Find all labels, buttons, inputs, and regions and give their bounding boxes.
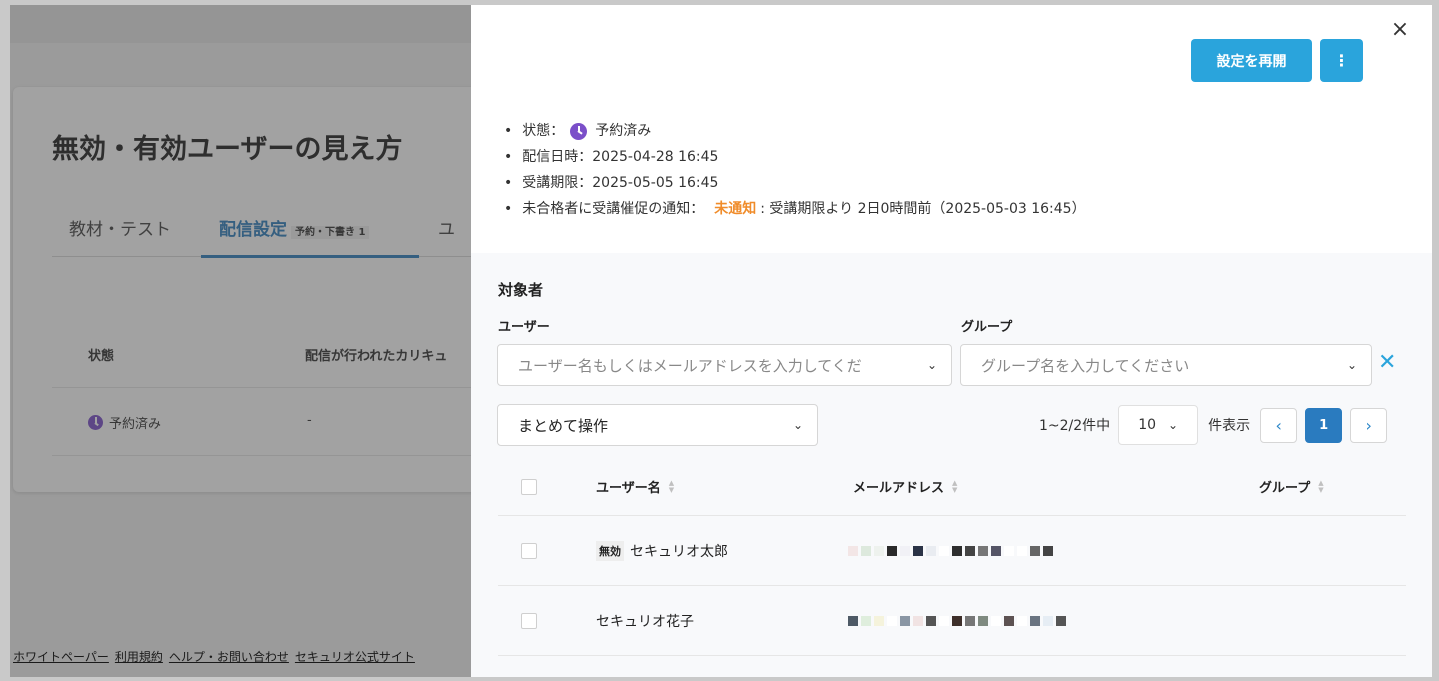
chevron-down-icon: ⌄ [792,418,803,432]
inactive-badge: 無効 [596,540,624,561]
table-row: 無効 セキュリオ太郎 [498,516,1406,586]
info-delivery-date: 配信日時： 2025-04-28 16:45 [504,144,1086,170]
footer-links: ホワイトペーパー 利用規約 ヘルプ・お問い合わせ セキュリオ公式サイト [13,648,415,665]
prev-page-button[interactable]: ‹ [1260,407,1298,443]
column-header-group[interactable]: グループ ▲ ▼ [1259,458,1324,515]
footer-link-whitepaper[interactable]: ホワイトペーパー [13,648,109,665]
sort-icon: ▲ ▼ [952,478,958,494]
per-page-label: 件表示 [1208,418,1251,434]
user-filter-label: ユーザー [498,320,550,335]
info-status: 状態： 予約済み [504,118,1086,144]
pagination: 1~2/2件中 10 ⌄ 件表示 ‹ 1 › [1039,405,1388,445]
username-cell: 無効 セキュリオ太郎 [596,516,728,585]
target-users-table: ユーザー名 ▲ ▼ メールアドレス ▲ ▼ グループ ▲ ▼ 無効 セキュリオ太郎 [498,458,1406,656]
info-reminder: 未合格者に受講催促の通知： 未通知 : 受講期限より 2日0時間前（2025-0… [504,196,1085,222]
chevron-down-icon: ⌄ [1168,418,1179,432]
chevron-down-icon: ⌄ [926,358,937,372]
close-icon[interactable]: × [1388,18,1412,42]
more-options-button[interactable]: ⋮ [1320,39,1363,82]
column-header-username[interactable]: ユーザー名 ▲ ▼ [596,458,674,515]
table-header-row: ユーザー名 ▲ ▼ メールアドレス ▲ ▼ グループ ▲ ▼ [498,458,1406,516]
user-search-select[interactable]: ユーザー名もしくはメールアドレスを入力してくだ ⌄ [497,344,952,386]
status-value: 予約済み [595,123,652,139]
footer-link-official-site[interactable]: セキュリオ公式サイト [295,648,415,665]
next-page-button[interactable]: › [1350,407,1388,443]
sort-icon: ▲ ▼ [668,478,675,494]
page-1-button[interactable]: 1 [1305,407,1343,443]
sort-icon: ▲ ▼ [1318,478,1324,494]
username-cell: セキュリオ花子 [596,613,694,630]
redacted-email [848,545,1053,556]
drawer-header: × 設定を再開 ⋮ 状態： 予約済み 配信日時： 2025-04-28 16:4… [471,5,1432,253]
resume-settings-button[interactable]: 設定を再開 [1191,39,1312,82]
redacted-email [848,615,1066,626]
email-cell-redacted [848,586,1066,655]
chevron-down-icon: ⌄ [1346,358,1357,372]
info-deadline: 受講期限： 2025-05-05 16:45 [504,170,1086,196]
row-checkbox[interactable] [521,612,537,629]
select-all-checkbox[interactable] [521,478,537,495]
reminder-status-badge: 未通知 [714,201,757,217]
email-cell-redacted [848,516,1053,585]
delivery-detail-drawer: × 設定を再開 ⋮ 状態： 予約済み 配信日時： 2025-04-28 16:4… [471,5,1432,677]
clock-icon [570,122,588,140]
footer-link-help[interactable]: ヘルプ・お問い合わせ [169,648,289,665]
chevron-left-icon: ‹ [1275,415,1282,435]
delivery-info-list: 状態： 予約済み 配信日時： 2025-04-28 16:45 受講期限： 20… [504,118,1086,222]
footer-link-terms[interactable]: 利用規約 [115,648,163,665]
row-checkbox[interactable] [521,542,537,559]
table-row: セキュリオ花子 [498,586,1406,656]
target-section-title: 対象者 [498,281,544,299]
bulk-action-select[interactable]: まとめて操作 ⌄ [497,404,818,446]
result-count: 1~2/2件中 [1039,418,1111,434]
page-size-select[interactable]: 10 ⌄ [1118,405,1199,445]
column-header-email[interactable]: メールアドレス ▲ ▼ [853,458,957,515]
group-filter-label: グループ [961,320,1013,335]
chevron-right-icon: › [1365,415,1372,435]
clear-filter-icon[interactable]: ✕ [1378,352,1396,374]
group-search-select[interactable]: グループ名を入力してください ⌄ [960,344,1372,386]
